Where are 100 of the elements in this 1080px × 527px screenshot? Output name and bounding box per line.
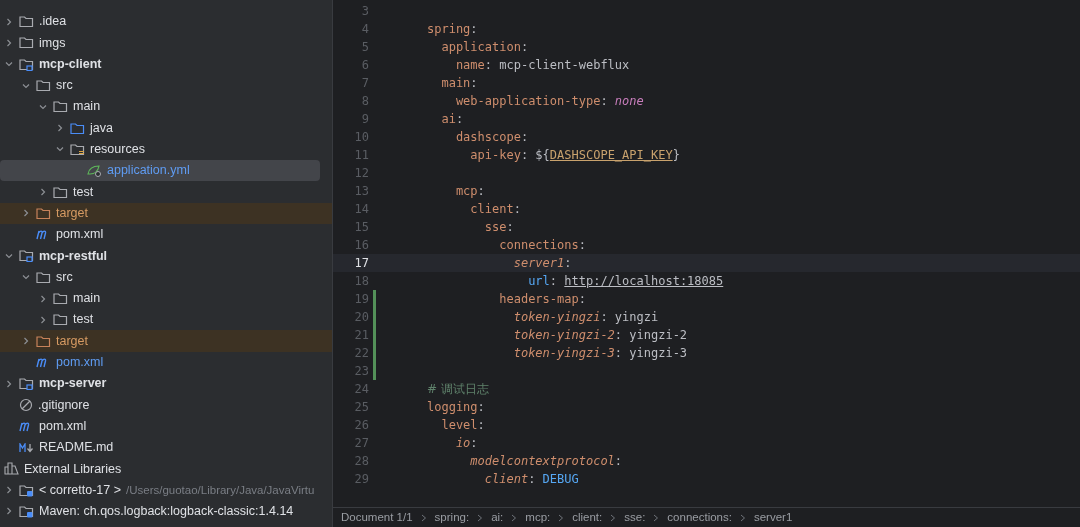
line-number: 26 xyxy=(354,417,369,434)
code-line: name: mcp-client-webflux xyxy=(455,57,630,74)
line-number: 11 xyxy=(354,147,369,164)
tree-item-label: README.md xyxy=(39,439,114,457)
tree-item-label: resources xyxy=(90,141,145,159)
tree-item[interactable]: test xyxy=(0,181,332,203)
tree-item[interactable]: mcp-client xyxy=(0,53,332,75)
line-number: 28 xyxy=(354,453,369,470)
code-line: spring: xyxy=(427,21,478,38)
tree-item[interactable]: target xyxy=(0,202,332,224)
code-line: ai: xyxy=(441,111,464,128)
chevron-right-icon[interactable] xyxy=(38,293,48,304)
tree-item-label: pom.xml xyxy=(56,226,104,244)
tree-item-label: mcp-restful xyxy=(39,247,108,265)
tree-item[interactable]: resources xyxy=(0,138,332,161)
line-number: 12 xyxy=(354,165,369,182)
tree-item-label: src xyxy=(56,268,73,286)
code-line: token-yingzi-3: yingzi-3 xyxy=(513,345,688,362)
breadcrumb-item[interactable]: client: xyxy=(572,508,603,527)
breadcrumb-item[interactable]: connections: xyxy=(667,508,732,527)
code-line: client: DEBUG xyxy=(484,471,579,488)
line-number: 17 xyxy=(354,255,369,272)
chevron-right-icon xyxy=(653,513,660,522)
resources-folder-icon xyxy=(70,142,85,156)
source-folder-icon xyxy=(70,121,85,135)
tree-item[interactable]: application.yml xyxy=(0,160,320,182)
folder-icon xyxy=(53,185,68,199)
code-line: web-application-type: none xyxy=(455,93,644,110)
tree-item[interactable]: mcp-restful xyxy=(0,245,332,267)
line-number: 19 xyxy=(354,291,369,308)
code-line: client: xyxy=(470,201,521,218)
tree-item-label: Maven: ch.qos.logback:logback-classic:1.4.14 xyxy=(39,503,294,521)
chevron-right-icon[interactable] xyxy=(4,485,14,496)
code-line: application: xyxy=(441,39,529,56)
chevron-right-icon[interactable] xyxy=(21,208,31,219)
tree-item[interactable]: main xyxy=(0,96,332,118)
tree-item[interactable]: mcp-server xyxy=(0,373,332,395)
chevron-right-icon xyxy=(739,513,746,522)
code-line: url: http://localhost:18085 xyxy=(528,273,724,290)
leaf-file-icon xyxy=(87,164,102,178)
breadcrumb-item[interactable]: sse: xyxy=(624,508,646,527)
chevron-right-icon[interactable] xyxy=(4,506,14,517)
tree-item[interactable]: imgs xyxy=(0,32,332,54)
line-number: 29 xyxy=(354,471,369,488)
tree-item[interactable]: main xyxy=(0,287,332,310)
chevron-right-icon[interactable] xyxy=(38,314,48,325)
tree-item[interactable]: src xyxy=(0,266,332,288)
code-line: # 调试日志 xyxy=(427,381,489,398)
line-number: 23 xyxy=(354,363,369,380)
tree-item[interactable]: < corretto-17 > /Users/guotao/Library/Java/JavaVirtu xyxy=(0,479,332,501)
jdk-folder-icon xyxy=(19,483,34,497)
breadcrumb-item[interactable]: server1 xyxy=(753,508,793,527)
tree-item[interactable]: java xyxy=(0,117,332,139)
code-line: token-yingzi-2: yingzi-2 xyxy=(513,327,688,344)
breadcrumb-item[interactable]: ai: xyxy=(491,508,504,527)
chevron-right-icon xyxy=(511,513,518,522)
chevron-right-icon[interactable] xyxy=(4,16,14,27)
line-number: 16 xyxy=(354,237,369,254)
chevron-right-icon[interactable] xyxy=(4,378,14,389)
breadcrumb-item[interactable]: spring: xyxy=(434,508,470,527)
module-folder-icon xyxy=(19,57,34,71)
tree-item-label: java xyxy=(90,119,113,137)
folder-icon xyxy=(36,334,51,348)
tree-item-label: main xyxy=(73,290,101,308)
chevron-right-icon[interactable] xyxy=(21,336,31,347)
tree-item[interactable]: .idea xyxy=(0,11,332,33)
tree-item-label: .idea xyxy=(39,13,67,31)
breadcrumb-item[interactable]: mcp: xyxy=(525,508,551,527)
tree-item[interactable]: pom.xml xyxy=(0,415,332,437)
line-number: 9 xyxy=(361,111,369,128)
tree-item[interactable]: pom.xml xyxy=(0,223,332,246)
tree-item[interactable]: target xyxy=(0,330,332,352)
line-number: 24 xyxy=(354,381,369,398)
ignore-file-icon xyxy=(19,398,33,412)
line-number: 27 xyxy=(354,435,369,452)
folder-icon xyxy=(36,270,51,284)
chevron-right-icon[interactable] xyxy=(55,123,65,134)
tree-item[interactable]: pom.xml xyxy=(0,351,332,374)
tree-item-label: pom.xml xyxy=(39,417,87,435)
chevron-right-icon[interactable] xyxy=(4,37,14,48)
tree-item[interactable]: Maven: ch.qos.logback:logback-classic:1.4.14 xyxy=(0,500,332,523)
folder-icon xyxy=(36,206,51,220)
code-line: server1: xyxy=(513,255,572,272)
folder-icon xyxy=(53,100,68,114)
tree-item[interactable]: src xyxy=(0,74,332,97)
code-line: sse: xyxy=(484,219,514,236)
tree-item[interactable]: .gitignore xyxy=(0,394,332,416)
line-number: 22 xyxy=(354,345,369,362)
tree-item[interactable]: External Libraries xyxy=(0,458,332,480)
tree-item[interactable]: test xyxy=(0,309,332,331)
code-line: mcp: xyxy=(455,183,485,200)
line-number: 15 xyxy=(354,219,369,236)
code-line: api-key: ${DASHSCOPE_API_KEY} xyxy=(470,147,680,164)
breadcrumb-item[interactable]: Document 1/1 xyxy=(341,508,413,527)
tree-item-path: /Users/guotao/Library/Java/JavaVirtu xyxy=(126,482,315,498)
line-number: 5 xyxy=(361,39,369,56)
line-number: 20 xyxy=(354,309,369,326)
code-line: token-yingzi: yingzi xyxy=(513,309,659,326)
chevron-right-icon[interactable] xyxy=(38,187,48,197)
tree-item[interactable]: README.md xyxy=(0,436,332,459)
